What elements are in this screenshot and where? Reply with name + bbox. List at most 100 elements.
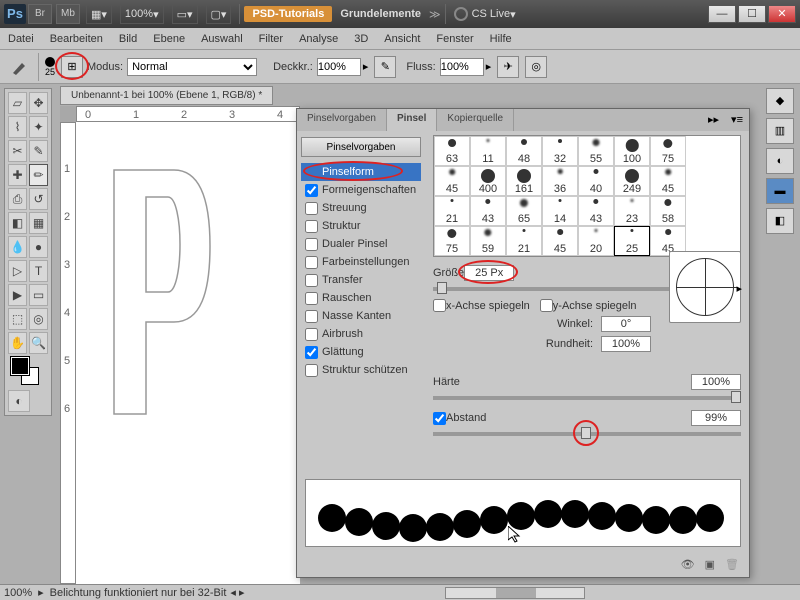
eraser-tool[interactable]: ◧ [8, 212, 27, 234]
brush-setting-item[interactable]: Streuung [301, 199, 421, 217]
3d-camera-tool[interactable]: ◎ [29, 308, 48, 330]
bridge-button[interactable]: Br [28, 4, 52, 24]
scrollbar-horizontal[interactable] [445, 587, 585, 599]
menu-item[interactable]: Filter [259, 33, 283, 45]
hard-value[interactable]: 100% [691, 374, 741, 390]
shape-tool[interactable]: ▭ [29, 284, 48, 306]
pen-tool[interactable]: ▷ [8, 260, 27, 282]
brush-cell[interactable]: 58 [650, 196, 686, 226]
setting-checkbox[interactable] [305, 202, 318, 215]
setting-checkbox[interactable] [305, 346, 318, 359]
new-preset-icon[interactable]: ▣ [705, 558, 715, 571]
brush-setting-item[interactable]: Dualer Pinsel [301, 235, 421, 253]
eyedropper-tool[interactable]: ✎ [29, 140, 48, 162]
brush-setting-item[interactable]: Struktur schützen [301, 361, 421, 379]
menu-item[interactable]: Analyse [299, 33, 338, 45]
brush-cell[interactable]: 25 [614, 226, 650, 256]
setting-checkbox[interactable] [305, 328, 318, 341]
setting-checkbox[interactable] [305, 238, 318, 251]
move-tool[interactable]: ▱ [8, 92, 27, 114]
minimize-button[interactable]: — [708, 5, 736, 23]
setting-checkbox[interactable] [305, 256, 318, 269]
brush-setting-item[interactable]: Pinselform [301, 163, 421, 181]
close-button[interactable]: ✕ [768, 5, 796, 23]
zoom-status[interactable]: 100% [4, 587, 32, 599]
panel-tab[interactable]: Pinselvorgaben [297, 109, 387, 131]
brush-cell[interactable]: 43 [470, 196, 506, 226]
brush-cell[interactable]: 249 [614, 166, 650, 196]
mode-select[interactable]: Normal [127, 58, 257, 76]
airbrush-toggle[interactable]: ✈ [497, 56, 519, 78]
flipy-check[interactable] [540, 299, 553, 312]
path-select-tool[interactable]: ▶ [8, 284, 27, 306]
dock-icon[interactable]: ▥ [766, 118, 794, 144]
angle-widget[interactable]: ▸ [669, 251, 741, 323]
brush-cell[interactable]: 100 [614, 136, 650, 166]
brush-setting-item[interactable]: Farbeinstellungen [301, 253, 421, 271]
document-tab[interactable]: Unbenannt-1 bei 100% (Ebene 1, RGB/8) * [60, 86, 273, 105]
round-value[interactable]: 100% [601, 336, 651, 352]
dock-icon[interactable]: ◐ [766, 148, 794, 174]
brush-setting-item[interactable]: Struktur [301, 217, 421, 235]
menu-item[interactable]: Datei [8, 33, 34, 45]
flipx-check[interactable] [433, 299, 446, 312]
hand-tool[interactable]: ✋ [8, 332, 27, 354]
brush-setting-item[interactable]: Nasse Kanten [301, 307, 421, 325]
brush-tool[interactable]: ✏ [29, 164, 48, 186]
ruler-vertical[interactable]: 123456 [60, 122, 76, 584]
brush-cell[interactable]: 43 [578, 196, 614, 226]
zoom-dropdown[interactable]: 100% ▾ [120, 4, 164, 24]
quickmask-toggle[interactable]: ◐ [8, 390, 30, 412]
gradient-tool[interactable]: ▦ [29, 212, 48, 234]
brush-cell[interactable]: 40 [578, 166, 614, 196]
panel-tab[interactable]: Pinsel [387, 109, 437, 131]
brush-cell[interactable]: 65 [506, 196, 542, 226]
menu-item[interactable]: Bild [119, 33, 137, 45]
menu-item[interactable]: Ebene [153, 33, 185, 45]
brush-cell[interactable]: 11 [470, 136, 506, 166]
3d-tool[interactable]: ⬚ [8, 308, 27, 330]
setting-checkbox[interactable] [305, 274, 318, 287]
trash-icon[interactable]: 🗑 [725, 558, 739, 571]
brush-cell[interactable]: 45 [542, 226, 578, 256]
cslive-icon[interactable] [454, 7, 468, 21]
hard-slider[interactable] [433, 396, 741, 400]
brush-preview[interactable]: 25 [45, 57, 55, 77]
brush-cell[interactable]: 55 [578, 136, 614, 166]
type-tool[interactable]: T [29, 260, 48, 282]
lasso-tool[interactable]: ⌇ [8, 116, 27, 138]
dock-icon[interactable]: ◆ [766, 88, 794, 114]
cslive-label[interactable]: CS Live [472, 8, 511, 20]
panel-collapse-icon[interactable]: ▸▸ [702, 109, 725, 131]
brush-cell[interactable]: 32 [542, 136, 578, 166]
brush-setting-item[interactable]: Transfer [301, 271, 421, 289]
brush-cell[interactable]: 36 [542, 166, 578, 196]
brush-cell[interactable]: 59 [470, 226, 506, 256]
brush-presets-button[interactable]: Pinselvorgaben [301, 137, 421, 157]
brush-cell[interactable]: 400 [470, 166, 506, 196]
view-extras-dropdown[interactable]: ▦▾ [86, 4, 112, 24]
brush-cell[interactable]: 48 [506, 136, 542, 166]
screenmode-dropdown[interactable]: ▢▾ [206, 4, 232, 24]
brush-tool-icon[interactable] [8, 55, 32, 79]
history-brush-tool[interactable]: ↺ [29, 188, 48, 210]
brush-cell[interactable]: 63 [434, 136, 470, 166]
dock-icon[interactable]: ◧ [766, 208, 794, 234]
setting-checkbox[interactable] [305, 364, 318, 377]
brush-setting-item[interactable]: Airbrush [301, 325, 421, 343]
setting-checkbox[interactable] [305, 184, 318, 197]
brush-cell[interactable]: 20 [578, 226, 614, 256]
brush-cell[interactable]: 14 [542, 196, 578, 226]
menu-item[interactable]: 3D [354, 33, 368, 45]
brush-cell[interactable]: 75 [434, 226, 470, 256]
setting-checkbox[interactable] [305, 310, 318, 323]
stamp-tool[interactable]: ⎙ [8, 188, 27, 210]
angle-value[interactable]: 0° [601, 316, 651, 332]
flow-input[interactable] [440, 58, 484, 76]
menu-item[interactable]: Auswahl [201, 33, 243, 45]
setting-checkbox[interactable] [305, 220, 318, 233]
setting-checkbox[interactable] [305, 292, 318, 305]
space-slider[interactable] [433, 432, 741, 436]
brush-cell[interactable]: 75 [650, 136, 686, 166]
brush-cell[interactable]: 45 [650, 166, 686, 196]
